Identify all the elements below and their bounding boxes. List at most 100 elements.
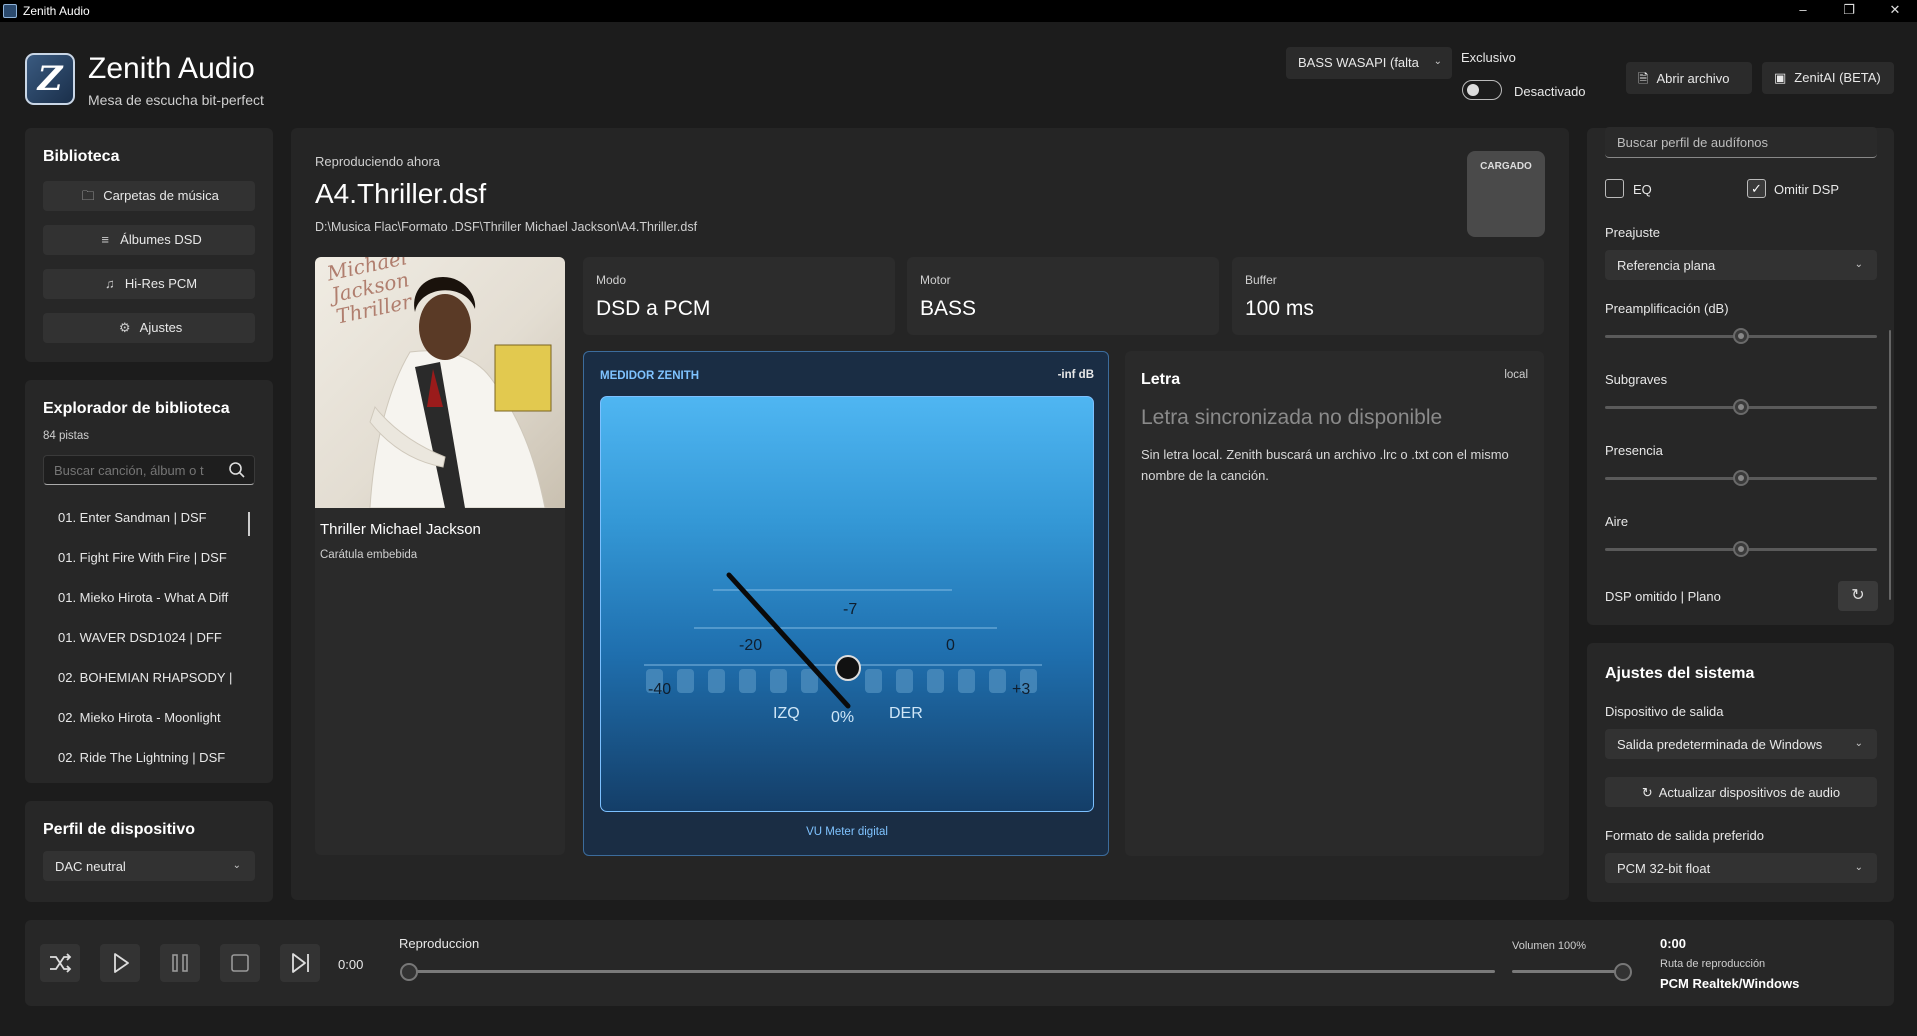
refresh-devices-button[interactable]: ↻ Actualizar dispositivos de audio [1605,777,1877,807]
skip-dsp-label: Omitir DSP [1774,182,1839,197]
scale-minus7: -7 [843,601,858,618]
lyrics-card: Letra local Letra sincronizada no dispon… [1125,351,1544,856]
title-bar: Zenith Audio – ❐ ✕ [0,0,1917,22]
device-profile-value: DAC neutral [55,859,126,874]
eq-checkbox[interactable] [1605,179,1624,198]
track-item[interactable]: 01. WAVER DSD1024 | DFF [58,630,248,645]
next-button[interactable] [280,944,320,982]
lyrics-body: Sin letra local. Zenith buscará un archi… [1141,447,1509,483]
zenitai-label: ZenitAI (BETA) [1794,70,1881,85]
volume-thumb[interactable] [1614,963,1632,981]
track-item[interactable]: 02. BOHEMIAN RHAPSODY | [58,670,248,685]
mode-value: DSD a PCM [596,297,711,320]
cover-note: Carátula embebida [320,549,418,561]
output-format-select[interactable]: PCM 32-bit float ⌄ [1605,853,1877,883]
meter-percent: 0% [831,709,855,726]
maximize-button[interactable]: ❐ [1826,0,1872,22]
pause-icon [172,954,188,972]
music-folders-label: Carpetas de música [103,188,219,203]
refresh-icon: ↻ [1851,587,1865,604]
output-device-select[interactable]: Salida predeterminada de Windows ⌄ [1605,729,1877,759]
hires-pcm-label: Hi-Res PCM [124,276,198,291]
music-note-icon: ♫ [105,276,115,291]
meter-footer: VU Meter digital [806,826,888,838]
slider-thumb[interactable] [1733,541,1749,557]
app-icon [3,4,17,18]
close-button[interactable]: ✕ [1872,0,1917,22]
zenitai-button[interactable]: ▣ ZenitAI (BETA) [1762,62,1894,94]
shuffle-button[interactable] [40,944,80,982]
engine-label: Motor [920,273,951,287]
search-icon[interactable] [228,461,246,479]
library-title: Biblioteca [43,148,120,165]
skip-dsp-checkbox[interactable]: ✓ [1747,179,1766,198]
hires-pcm-button[interactable]: ♫ Hi-Res PCM [43,269,255,299]
dsd-albums-button[interactable]: ≡ Álbumes DSD [43,225,255,255]
mode-card: Modo DSD a PCM [583,257,895,335]
gear-icon: ⚙ [118,320,131,335]
output-engine-select[interactable]: BASS WASAPI (falta ⌄ [1286,47,1452,79]
volume-label: Volumen 100% [1512,940,1586,952]
panel-scrollbar[interactable] [1889,330,1891,600]
slider-label: Preamplificación (dB) [1605,301,1729,316]
library-search-input[interactable] [44,456,224,484]
shuffle-icon [50,953,72,973]
minimize-button[interactable]: – [1780,0,1826,22]
pause-button[interactable] [160,944,200,982]
elapsed-time: 0:00 [338,957,364,972]
slider-thumb[interactable] [1733,470,1749,486]
loaded-badge: CARGADO [1467,151,1545,237]
meter-header: MEDIDOR ZENITH [600,370,700,382]
library-search[interactable] [43,455,255,485]
playlist-icon: ≡ [101,232,109,247]
scale-zero: 0 [946,637,955,654]
mode-label: Modo [596,273,627,287]
meter-face: -40 -20 -7 0 +3 IZQ DER 0% [600,396,1094,812]
headphone-profile-search[interactable]: Buscar perfil de audífonos [1605,127,1877,158]
album-cover: Michael Jackson Thriller [315,257,565,509]
scale-minus40: -40 [648,681,672,698]
track-item[interactable]: 02. Mieko Hirota - Moonlight [58,710,248,725]
stop-button[interactable] [220,944,260,982]
album-card: Michael Jackson Thriller Thriller Michae… [315,257,565,855]
left-channel-label: IZQ [773,705,800,722]
track-count: 84 pistas [43,430,90,442]
folder-icon: 🗀 [81,188,95,203]
device-profile-select[interactable]: DAC neutral ⌄ [43,851,255,881]
app-subtitle: Mesa de escucha bit-perfect [88,92,264,108]
slider-thumb[interactable] [1733,328,1749,344]
right-channel-label: DER [889,705,923,722]
exclusive-toggle[interactable] [1462,80,1502,100]
volume-slider[interactable] [1512,970,1624,973]
track-item[interactable]: 01. Mieko Hirota - What A Diff [58,590,248,605]
scale-minus20: -20 [739,637,763,654]
lyrics-title: Letra [1141,371,1181,388]
buffer-card: Buffer 100 ms [1232,257,1544,335]
vu-meter-card: MEDIDOR ZENITH -inf dB -40 -20 -7 0 +3 I… [583,351,1109,856]
list-scrollbar[interactable] [248,512,250,536]
progress-slider[interactable] [408,970,1495,973]
progress-thumb[interactable] [400,963,418,981]
output-device-value: Salida predeterminada de Windows [1617,737,1823,752]
preset-select[interactable]: Referencia plana ⌄ [1605,250,1877,280]
output-format-label: Formato de salida preferido [1605,828,1764,843]
track-item[interactable]: 02. Ride The Lightning | DSF [58,750,248,765]
playback-label: Reproduccion [399,936,480,951]
music-folders-button[interactable]: 🗀 Carpetas de música [43,181,255,211]
settings-label: Ajustes [139,320,183,335]
check-icon: ✓ [1751,181,1762,196]
track-item[interactable]: 01. Fight Fire With Fire | DSF [58,550,248,565]
output-format-value: PCM 32-bit float [1617,861,1711,876]
device-profile-title: Perfil de dispositivo [43,821,196,838]
open-file-button[interactable]: 🗎 Abrir archivo [1626,62,1752,94]
slider-thumb[interactable] [1733,399,1749,415]
engine-card: Motor BASS [907,257,1219,335]
play-button[interactable] [100,944,140,982]
track-item[interactable]: 01. Enter Sandman | DSF [58,510,248,525]
dsd-albums-label: Álbumes DSD [120,232,202,247]
ai-icon: ▣ [1774,70,1787,85]
reset-button[interactable]: ↻ [1838,581,1878,611]
lyrics-source: local [1504,369,1528,381]
settings-button[interactable]: ⚙ Ajustes [43,313,255,343]
track-path: D:\Musica Flac\Formato .DSF\Thriller Mic… [315,220,698,234]
